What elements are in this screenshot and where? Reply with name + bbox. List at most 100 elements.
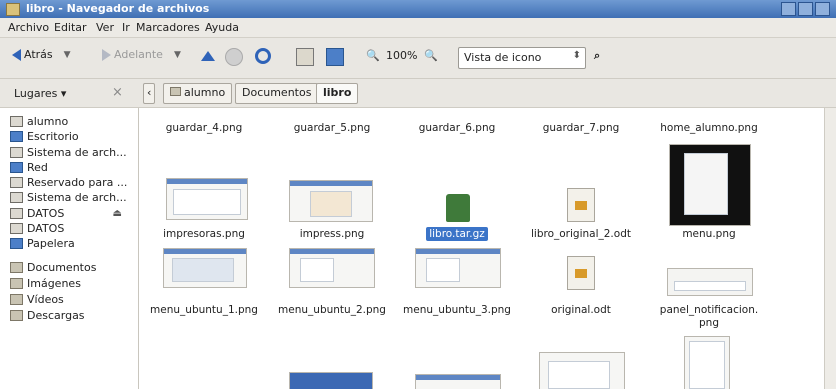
desktop-icon: [10, 130, 23, 142]
file-label[interactable]: menu_ubuntu_1.png: [139, 304, 269, 317]
image-thumbnail[interactable]: [289, 180, 373, 222]
file-label[interactable]: guardar_5.png: [267, 122, 397, 135]
sidebar-item-filesystem-2[interactable]: Sistema de arch...: [10, 190, 127, 204]
spin-arrows-icon: ⬍: [572, 50, 581, 61]
sidebar-item-reservado[interactable]: Reservado para ...: [10, 175, 127, 189]
image-thumbnail[interactable]: [539, 352, 625, 389]
image-thumbnail[interactable]: [289, 372, 373, 389]
file-label[interactable]: guardar_6.png: [392, 122, 522, 135]
back-button[interactable]: Atrás ▼: [12, 48, 71, 61]
sidebar-item-red[interactable]: Red: [10, 160, 48, 174]
file-label[interactable]: libro_original_2.odt: [516, 228, 646, 241]
breadcrumb-alumno[interactable]: alumno: [163, 83, 233, 104]
breadcrumb-libro[interactable]: libro: [316, 83, 359, 104]
reload-icon[interactable]: [255, 48, 271, 64]
window-controls: [781, 2, 830, 16]
sidebar-item-papelera[interactable]: Papelera: [10, 236, 75, 250]
document-icon[interactable]: [567, 256, 595, 290]
menu-marcadores[interactable]: Marcadores: [136, 21, 200, 34]
places-sidebar: alumno Escritorio Sistema de arch... Red…: [0, 108, 139, 389]
sidebar-item-videos[interactable]: Vídeos: [10, 292, 64, 306]
folder-icon: [10, 309, 23, 321]
sidebar-item-filesystem[interactable]: Sistema de arch...: [10, 145, 127, 159]
menu-bar: Archivo Editar Ver Ir Marcadores Ayuda: [0, 18, 836, 38]
file-label[interactable]: home_alumno.png: [644, 122, 774, 135]
image-thumbnail[interactable]: [684, 336, 730, 389]
trash-icon: [10, 237, 23, 249]
file-label[interactable]: impresoras.png: [139, 228, 269, 241]
sidebar-item-datos[interactable]: DATOS ⏏: [10, 206, 130, 220]
file-label[interactable]: original.odt: [516, 304, 646, 317]
drive-icon: [10, 191, 23, 203]
menu-ayuda[interactable]: Ayuda: [205, 21, 239, 34]
close-button[interactable]: [815, 2, 830, 16]
file-manager-icon: [6, 3, 20, 16]
file-label[interactable]: impress.png: [267, 228, 397, 241]
network-icon: [10, 161, 23, 173]
image-thumbnail[interactable]: [289, 248, 375, 288]
sidebar-item-escritorio[interactable]: Escritorio: [10, 129, 79, 143]
view-mode-select[interactable]: Vista de icono ⬍: [458, 47, 586, 69]
up-arrow-icon[interactable]: [201, 51, 215, 61]
path-back-arrow-icon[interactable]: ‹: [143, 83, 156, 104]
file-label[interactable]: guardar_4.png: [139, 122, 269, 135]
drive-icon: [10, 222, 23, 234]
back-history-dropdown-icon[interactable]: ▼: [64, 50, 71, 60]
search-binoculars-icon[interactable]: ⌕: [594, 49, 600, 63]
archive-icon[interactable]: [446, 194, 470, 222]
view-mode-value: Vista de icono: [464, 51, 542, 64]
home-icon: [10, 115, 23, 127]
file-label[interactable]: menu_ubuntu_3.png: [392, 304, 522, 317]
forward-button[interactable]: Adelante ▼: [102, 48, 181, 61]
location-bar: Lugares ▾ × ‹ alumno Documentos libro: [0, 79, 836, 108]
image-thumbnail[interactable]: [669, 144, 751, 226]
folder-icon: [10, 293, 23, 305]
image-thumbnail[interactable]: [667, 268, 753, 296]
drive-icon: [10, 176, 23, 188]
eject-icon[interactable]: ⏏: [113, 208, 122, 219]
close-sidebar-icon[interactable]: ×: [112, 85, 123, 100]
forward-history-dropdown-icon[interactable]: ▼: [174, 50, 181, 60]
vertical-scrollbar[interactable]: [824, 108, 836, 389]
folder-icon: [10, 261, 23, 273]
sidebar-item-alumno[interactable]: alumno: [10, 114, 68, 128]
home-icon[interactable]: [296, 48, 314, 66]
image-thumbnail[interactable]: [163, 248, 247, 288]
places-selector[interactable]: Lugares ▾: [14, 87, 66, 100]
stop-icon[interactable]: [225, 48, 243, 66]
menu-archivo[interactable]: Archivo: [8, 21, 49, 34]
file-label[interactable]: panel_notificacion. png: [644, 304, 774, 330]
file-label[interactable]: menu.png: [644, 228, 774, 241]
maximize-button[interactable]: [798, 2, 813, 16]
back-arrow-icon: [12, 48, 21, 61]
file-label-selected[interactable]: libro.tar.gz: [392, 227, 522, 241]
zoom-out-icon[interactable]: 🔍: [366, 49, 380, 62]
folder-icon: [170, 87, 181, 96]
zoom-level[interactable]: 100%: [386, 49, 417, 62]
sidebar-item-imagenes[interactable]: Imágenes: [10, 276, 81, 290]
file-icon-view[interactable]: guardar_4.png guardar_5.png guardar_6.pn…: [139, 108, 824, 389]
computer-icon[interactable]: [326, 48, 344, 66]
drive-icon: [10, 146, 23, 158]
back-label: Atrás: [24, 48, 53, 61]
image-thumbnail[interactable]: [166, 178, 248, 220]
menu-ir[interactable]: Ir: [122, 21, 130, 34]
document-icon[interactable]: [567, 188, 595, 222]
menu-editar[interactable]: Editar: [54, 21, 87, 34]
menu-ver[interactable]: Ver: [96, 21, 114, 34]
image-thumbnail[interactable]: [415, 374, 501, 389]
drive-icon: [10, 207, 23, 219]
file-label[interactable]: guardar_7.png: [516, 122, 646, 135]
window-title-bar[interactable]: libro - Navegador de archivos: [0, 0, 836, 18]
file-label[interactable]: menu_ubuntu_2.png: [267, 304, 397, 317]
image-thumbnail[interactable]: [415, 248, 501, 288]
sidebar-item-documentos[interactable]: Documentos: [10, 260, 96, 274]
sidebar-item-datos-2[interactable]: DATOS: [10, 221, 64, 235]
folder-icon: [10, 277, 23, 289]
breadcrumb-documentos[interactable]: Documentos: [235, 83, 319, 104]
zoom-in-icon[interactable]: 🔍: [424, 49, 438, 62]
toolbar: Atrás ▼ Adelante ▼ 🔍 100% 🔍 Vista de ico…: [0, 38, 836, 79]
minimize-button[interactable]: [781, 2, 796, 16]
forward-label: Adelante: [114, 48, 163, 61]
sidebar-item-descargas[interactable]: Descargas: [10, 308, 85, 322]
